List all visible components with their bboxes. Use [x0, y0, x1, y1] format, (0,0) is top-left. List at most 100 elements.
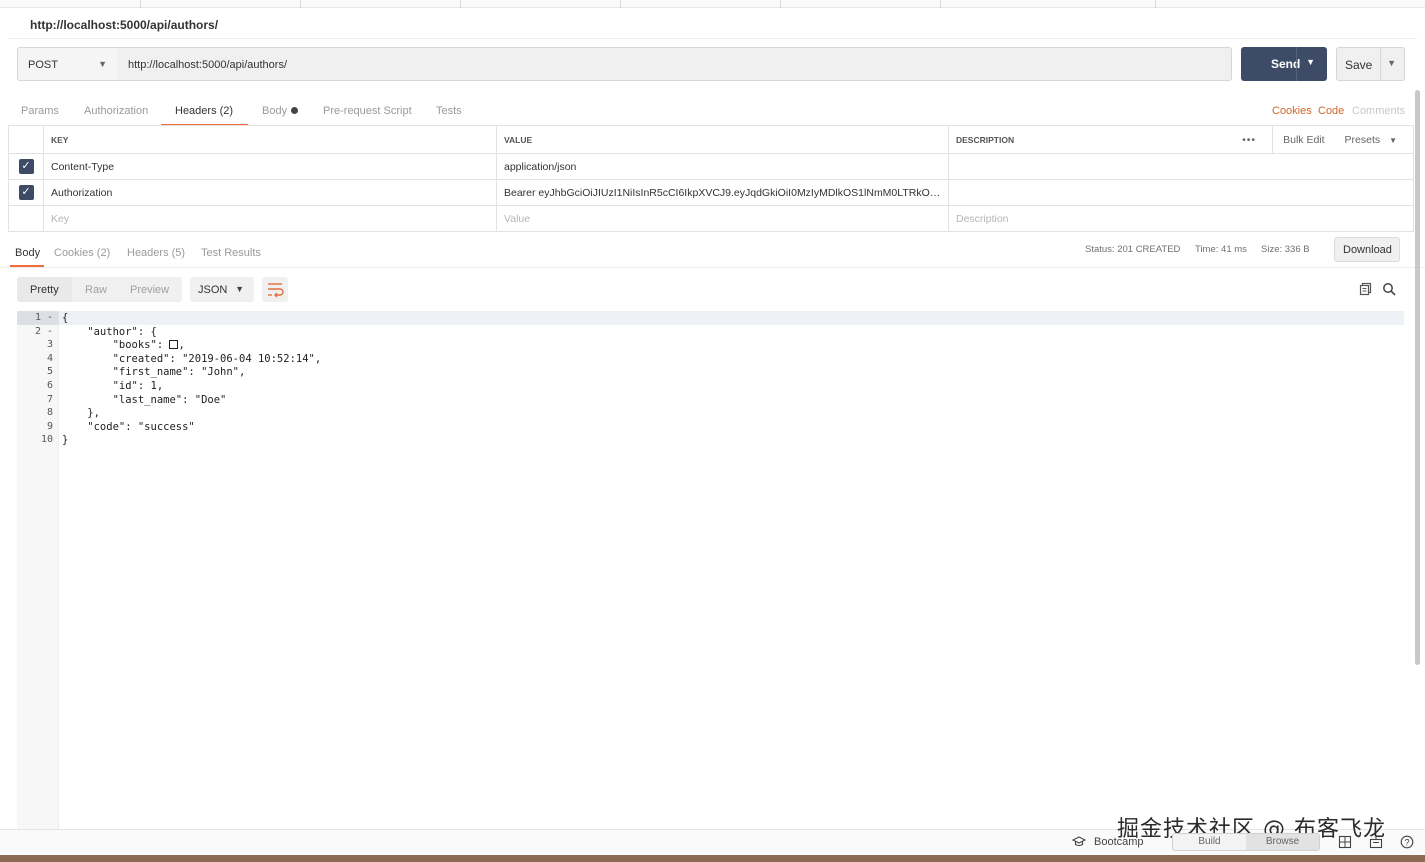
tab-tests[interactable]: Tests	[436, 105, 462, 117]
checkbox-checked-icon[interactable]: ✓	[18, 185, 34, 200]
tab-test-results[interactable]: Test Results	[201, 247, 261, 259]
bulk-edit-button[interactable]: Bulk Edit	[1272, 126, 1325, 153]
line-number: 8	[46, 407, 53, 418]
code-line: "created": "2019-06-04 10:52:14",	[62, 353, 322, 365]
new-key-input[interactable]: Key	[43, 205, 497, 232]
line-number: 7	[46, 394, 53, 405]
send-button[interactable]: Send ▼	[1241, 47, 1327, 81]
code-line: "last_name": "Doe"	[62, 394, 227, 406]
line-number: 5	[46, 366, 53, 377]
column-value: VALUE	[496, 125, 949, 154]
line-number: 4	[46, 353, 53, 364]
send-options-chevron-icon[interactable]: ▼	[1306, 57, 1315, 67]
line-number: 10	[40, 434, 53, 445]
save-button[interactable]: Save ▼	[1336, 47, 1405, 81]
column-key: KEY	[43, 125, 497, 154]
format-mode-group: Pretty Raw Preview	[17, 277, 182, 302]
cookies-link[interactable]: Cookies	[1272, 105, 1312, 117]
preview-button[interactable]: Preview	[130, 284, 169, 296]
column-description-label: DESCRIPTION	[956, 134, 1015, 145]
new-description-input[interactable]: Description	[948, 205, 1414, 232]
checkbox-checked-icon[interactable]: ✓	[18, 159, 34, 174]
divider	[1380, 48, 1381, 80]
keyboard-icon[interactable]	[1369, 835, 1383, 849]
tab-body-label: Body	[262, 105, 288, 117]
tab-params[interactable]: Params	[21, 105, 59, 117]
response-tabs: Body Cookies (2) Headers (5) Test Result…	[0, 236, 1425, 268]
save-label: Save	[1345, 58, 1373, 72]
wrap-lines-button[interactable]	[262, 277, 288, 302]
code-line: "first_name": "John",	[62, 366, 246, 378]
search-icon[interactable]	[1382, 282, 1396, 296]
raw-button[interactable]: Raw	[85, 284, 107, 296]
scrollbar[interactable]	[1415, 90, 1420, 665]
chevron-down-icon: ▼	[1389, 136, 1397, 145]
line-number: 9	[46, 421, 53, 432]
browse-toggle[interactable]: Browse	[1246, 834, 1319, 850]
code-line-suffix: ,	[178, 339, 185, 351]
header-description-cell[interactable]	[948, 153, 1414, 180]
response-status: Status: 201 CREATED	[1085, 244, 1181, 255]
copy-icon[interactable]	[1359, 282, 1373, 296]
tab-response-body[interactable]: Body	[15, 247, 40, 259]
bootcamp-link[interactable]: Bootcamp	[1094, 836, 1144, 848]
line-number: 6	[46, 380, 53, 391]
code-link[interactable]: Code	[1318, 105, 1344, 117]
header-key-cell[interactable]: Authorization	[43, 179, 497, 206]
table-row: ✓ Content-Type application/json	[8, 153, 1414, 180]
comments-link[interactable]: Comments	[1352, 105, 1405, 117]
presets-button[interactable]: Presets ▼	[1345, 134, 1397, 146]
chevron-down-icon: ▼	[98, 59, 107, 69]
table-actions: ••• Bulk Edit Presets ▼	[1242, 126, 1412, 153]
header-description-cell[interactable]	[948, 179, 1414, 206]
new-value-input[interactable]: Value	[496, 205, 949, 232]
tab-strip	[0, 0, 1425, 8]
code-line: "books": ,	[62, 338, 185, 352]
response-editor[interactable]: 1 - 2 - 3 4 5 6 7 8 9 10 { "author": { "…	[17, 311, 1404, 829]
tab-response-cookies[interactable]: Cookies (2)	[54, 247, 110, 259]
column-description: DESCRIPTION ••• Bulk Edit Presets ▼	[948, 125, 1414, 154]
url-input[interactable]: http://localhost:5000/api/authors/	[117, 47, 1232, 81]
header-value-cell[interactable]: application/json	[496, 153, 949, 180]
code-line-text: "books":	[62, 339, 170, 351]
download-button[interactable]: Download	[1334, 237, 1400, 262]
help-icon[interactable]: ?	[1400, 835, 1414, 849]
header-key-cell[interactable]: Content-Type	[43, 153, 497, 180]
tab-body[interactable]: Body	[262, 105, 299, 117]
table-row-new: Key Value Description	[8, 205, 1414, 232]
wrap-lines-icon	[268, 283, 284, 298]
response-time: Time: 41 ms	[1195, 244, 1247, 255]
method-value: POST	[28, 59, 58, 71]
language-select[interactable]: JSON ▼	[190, 277, 254, 302]
code-line: "code": "success"	[62, 421, 195, 433]
line-number[interactable]: 1 -	[17, 311, 53, 325]
tab-pre-request-script[interactable]: Pre-request Script	[323, 105, 412, 117]
headers-table: KEY VALUE DESCRIPTION ••• Bulk Edit Pres…	[8, 125, 1414, 232]
tab-response-headers[interactable]: Headers (5)	[127, 247, 185, 259]
pretty-button[interactable]: Pretty	[30, 284, 59, 296]
code-line: }	[62, 434, 69, 446]
code-line: "author": {	[62, 326, 157, 338]
window-bottom-edge	[0, 855, 1425, 862]
method-select[interactable]: POST ▼	[17, 47, 118, 81]
request-title: http://localhost:5000/api/authors/	[30, 18, 219, 32]
tab-headers[interactable]: Headers (2)	[175, 105, 233, 117]
code-line: {	[62, 312, 69, 324]
line-number[interactable]: 2 -	[17, 325, 53, 339]
row-check-cell: ✓	[8, 153, 44, 180]
build-toggle[interactable]: Build	[1173, 834, 1246, 850]
divider	[8, 38, 1417, 39]
layout-pane-icon[interactable]	[1338, 835, 1352, 849]
table-header-check	[8, 125, 44, 154]
line-number: 3	[46, 339, 53, 350]
more-options-icon[interactable]: •••	[1242, 134, 1256, 146]
graduation-cap-icon	[1072, 836, 1086, 847]
code-line: },	[62, 407, 100, 419]
divider	[1296, 47, 1297, 81]
chevron-down-icon: ▼	[235, 284, 244, 294]
save-options-chevron-icon[interactable]: ▼	[1387, 58, 1396, 68]
language-value: JSON	[198, 284, 228, 296]
active-line-highlight	[17, 311, 1404, 325]
header-value-cell[interactable]: Bearer eyJhbGciOiJIUzI1NiIsInR5cCI6IkpXV…	[496, 179, 949, 206]
tab-authorization[interactable]: Authorization	[84, 105, 148, 117]
